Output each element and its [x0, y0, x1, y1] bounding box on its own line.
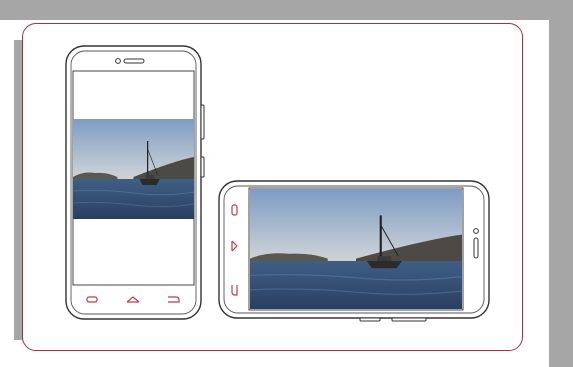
landscape-phone	[218, 180, 490, 322]
phone-illustration	[65, 45, 490, 322]
portrait-phone	[65, 45, 205, 320]
